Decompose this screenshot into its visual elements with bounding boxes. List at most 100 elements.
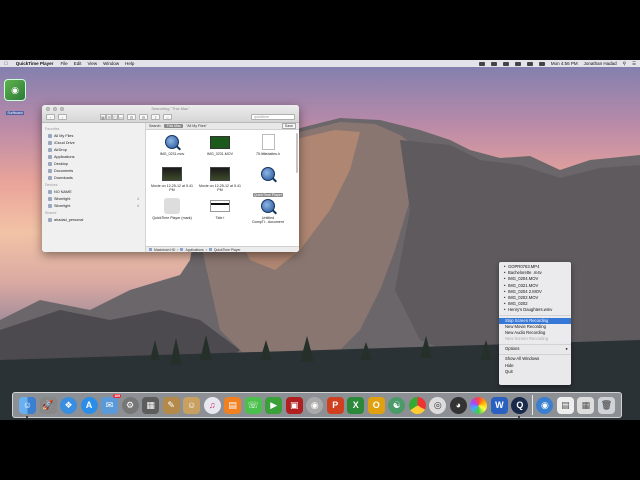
airdrop-icon xyxy=(48,147,52,152)
volume-icon[interactable] xyxy=(526,61,533,66)
dock-itunes-icon[interactable]: ♫ xyxy=(203,396,221,414)
sidebar-item-device[interactable]: Silverlight 4 xyxy=(42,202,145,209)
menu-user[interactable]: Jonathan Hadad xyxy=(584,61,617,66)
path-item[interactable]: Macintosh HD xyxy=(154,248,175,252)
menu-help[interactable]: Help xyxy=(125,61,134,66)
back-button[interactable]: ‹ xyxy=(46,114,55,120)
menu-clock[interactable]: Mon 4:56 PM xyxy=(551,61,578,66)
coverflow-view-button[interactable]: ▭ xyxy=(118,114,124,120)
desktop-icon-surfboard[interactable]: ◉ Surfboard xyxy=(2,79,28,119)
dock-contacts-icon[interactable]: ☺ xyxy=(183,396,201,414)
eject-count[interactable]: 4 xyxy=(137,204,139,208)
finder-titlebar[interactable]: Searching "This Mac" ‹ › ▦ ☰ ◫ ▭ ⚙ ⚙ ⇪ ○… xyxy=(42,105,299,123)
dock-chrome-icon[interactable] xyxy=(408,396,426,414)
file-item[interactable]: Movie on 12-25-12 at 5.41 PM xyxy=(198,165,242,192)
sidebar-item-downloads[interactable]: Downloads xyxy=(42,174,145,181)
apple-icon[interactable]:  xyxy=(4,61,8,67)
options-item[interactable]: Options ▸ xyxy=(499,346,571,352)
sidebar-item-all-my-files[interactable]: All My Files xyxy=(42,132,145,139)
status-icon[interactable] xyxy=(478,61,485,66)
dock-globe-icon[interactable]: ◉ xyxy=(536,396,554,414)
sidebar-item-device[interactable]: NO NAME xyxy=(42,188,145,195)
bluetooth-icon[interactable] xyxy=(502,61,509,66)
dock-powerpoint-icon[interactable]: P xyxy=(326,396,344,414)
dock-trash-icon[interactable]: 🗑 xyxy=(597,396,615,414)
save-search-button[interactable]: Save xyxy=(281,123,296,129)
dock-photos-icon[interactable] xyxy=(470,396,488,414)
menu-file[interactable]: File xyxy=(60,61,67,66)
dock-excel-icon[interactable]: X xyxy=(347,396,365,414)
dock-quicktime-icon[interactable]: Q xyxy=(511,396,529,418)
sidebar-item-label: iCloud Drive xyxy=(54,140,75,145)
options-label: Options xyxy=(505,346,520,352)
menu-view[interactable]: View xyxy=(87,61,97,66)
file-item[interactable]: QuickTime Player (mark) xyxy=(150,197,194,220)
files-icon xyxy=(48,133,52,138)
dock-app-icon[interactable]: ◕ xyxy=(449,396,467,414)
sidebar-item-shared[interactable]: ahadad_personal xyxy=(42,216,145,223)
dock-facetime-icon[interactable]: ▶ xyxy=(265,396,283,414)
sidebar-item-device[interactable]: Silverlight 4 xyxy=(42,195,145,202)
dock-document-icon[interactable]: ▤ xyxy=(556,396,574,414)
spotlight-icon[interactable]: ⚲ xyxy=(623,61,626,67)
tags-button[interactable]: ○ xyxy=(163,114,172,120)
dock-launchpad-icon[interactable]: 🚀 xyxy=(39,396,57,414)
menu-window[interactable]: Window xyxy=(103,61,119,66)
action-button[interactable]: ⚙ xyxy=(139,114,148,120)
quicktime-icon xyxy=(208,248,212,251)
dock-app-icon[interactable]: ▦ xyxy=(142,396,160,414)
menu-extras: Mon 4:56 PM Jonathan Hadad ⚲ ☰ xyxy=(478,61,636,67)
dock-safari-icon[interactable]: ❖ xyxy=(60,396,78,414)
sidebar-item-documents[interactable]: Documents xyxy=(42,167,145,174)
notification-center-icon[interactable]: ☰ xyxy=(632,61,636,67)
dock-photo-booth-icon[interactable]: ▣ xyxy=(285,396,303,414)
sidebar-item-applications[interactable]: Applications xyxy=(42,153,145,160)
wifi-icon[interactable] xyxy=(514,61,521,66)
file-item[interactable]: IMG_0231.MOV xyxy=(198,133,242,156)
file-item[interactable]: Movie on 12-25-12 at 5.41 PM xyxy=(150,165,194,192)
sidebar-item-desktop[interactable]: Desktop xyxy=(42,160,145,167)
path-item[interactable]: Applications xyxy=(185,248,203,252)
dock-word-icon[interactable]: W xyxy=(490,396,508,414)
recent-item[interactable]: Henry's Daughters.wmv xyxy=(499,307,571,313)
sidebar-item-airdrop[interactable]: AirDrop xyxy=(42,146,145,153)
file-item[interactable]: Tide I xyxy=(198,197,242,220)
dock-system-preferences-icon[interactable]: ⚙ xyxy=(121,396,139,414)
dock-finder-icon[interactable]: ☺ xyxy=(19,396,36,418)
dock-notes-icon[interactable]: ✎ xyxy=(162,396,180,414)
disk-icon xyxy=(48,203,52,208)
dock-app-store-icon[interactable]: A xyxy=(80,396,98,414)
path-item[interactable]: QuickTime Player xyxy=(214,248,241,252)
battery-icon[interactable] xyxy=(538,61,545,66)
dock-messages-icon[interactable]: ☏ xyxy=(244,396,262,414)
file-item[interactable]: 75.littledaites.h xyxy=(246,133,290,156)
arrange-button[interactable]: ⚙ xyxy=(127,114,136,120)
scope-this-mac[interactable]: This Mac xyxy=(164,124,183,128)
file-label: Tide I xyxy=(215,216,225,220)
dock-stack-icon[interactable]: ▦ xyxy=(577,396,595,414)
share-button[interactable]: ⇪ xyxy=(151,114,160,120)
search-input[interactable]: quicktime xyxy=(251,114,295,120)
scope-all-my-files[interactable]: "All My Files" xyxy=(186,124,207,128)
dock-preview-icon[interactable]: ◉ xyxy=(306,396,324,414)
dock-ibooks-icon[interactable]: ▤ xyxy=(224,396,242,414)
documents-icon xyxy=(48,168,52,173)
quit-item[interactable]: Quit xyxy=(499,369,571,375)
dock-app-icon[interactable]: ◎ xyxy=(429,396,447,414)
scrollbar[interactable] xyxy=(296,133,298,173)
menu-app-name[interactable]: QuickTime Player xyxy=(16,61,54,66)
status-icon[interactable] xyxy=(490,61,497,66)
file-item[interactable]: QuickTime Player xyxy=(246,165,290,201)
dock-mail-icon[interactable]: ✉ 169 xyxy=(101,393,122,414)
sidebar-item-icloud-drive[interactable]: iCloud Drive xyxy=(42,139,145,146)
file-item[interactable]: IMG_0231.mov xyxy=(150,133,194,156)
file-thumbnail xyxy=(210,165,230,183)
eject-count[interactable]: 4 xyxy=(137,197,139,201)
forward-button[interactable]: › xyxy=(58,114,67,120)
dock-sharing-icon[interactable]: ☯ xyxy=(388,396,406,414)
dock-outlook-icon[interactable]: O xyxy=(367,396,385,414)
menu-edit[interactable]: Edit xyxy=(74,61,82,66)
search-scope-bar: Search: This Mac "All My Files" Save xyxy=(146,123,299,130)
file-thumbnail xyxy=(162,133,182,151)
file-item[interactable]: Untitled DumpTI...document xyxy=(246,197,290,224)
